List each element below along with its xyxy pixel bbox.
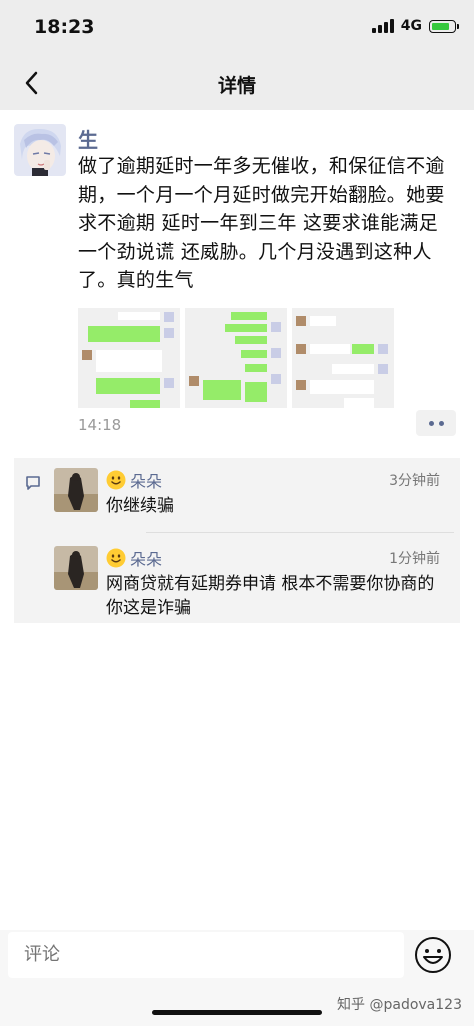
comment-icon <box>26 476 40 490</box>
post-time: 14:18 <box>78 416 122 434</box>
dot-icon <box>428 420 434 426</box>
home-indicator[interactable] <box>152 1010 322 1015</box>
comments-section: 朵朵 3分钟前 你继续骗 朵朵 1分钟前 网商贷就有延期券申请 根本不需要你协商… <box>14 458 460 623</box>
nav-bar: 详情 <box>0 58 474 110</box>
commenter-name-text: 朵朵 <box>130 472 163 491</box>
commenter-avatar[interactable] <box>54 546 98 590</box>
comment-time: 3分钟前 <box>389 473 440 489</box>
comment-bar: 知乎 @padova123 <box>0 930 474 1026</box>
status-indicators: 4G <box>371 18 459 34</box>
battery-icon <box>429 19 459 33</box>
post-text: 做了逾期延时一年多无催收，和保征信不逾期，一个月一个月延时做完开始翻脸。她要求不… <box>78 155 445 291</box>
comment-item[interactable]: 朵朵 1分钟前 网商贷就有延期券申请 根本不需要你协商的 你这是诈骗 <box>54 546 454 618</box>
signal-icon <box>371 19 394 33</box>
network-type: 4G <box>400 18 422 34</box>
status-time: 18:23 <box>34 16 95 38</box>
author-avatar[interactable] <box>14 124 66 176</box>
page-title: 详情 <box>217 75 256 97</box>
post-image-1[interactable] <box>78 308 180 408</box>
commenter-name-text: 朵朵 <box>130 550 163 569</box>
divider <box>146 532 454 533</box>
smiley-emoji-icon <box>106 548 126 568</box>
post-image-2[interactable] <box>185 308 287 408</box>
commenter-name[interactable]: 朵朵 <box>106 468 162 492</box>
status-bar: 18:23 4G <box>0 0 474 58</box>
smiley-emoji-icon <box>106 470 126 490</box>
post-detail: 生 做了逾期延时一年多无催收，和保征信不逾期，一个月一个月延时做完开始翻脸。她要… <box>0 110 474 930</box>
commenter-name[interactable]: 朵朵 <box>106 546 162 570</box>
dot-icon <box>438 420 444 426</box>
comment-item[interactable]: 朵朵 3分钟前 你继续骗 <box>54 468 454 533</box>
comment-input[interactable] <box>8 932 404 978</box>
watermark: 知乎 @padova123 <box>337 997 462 1013</box>
emoji-button-icon[interactable] <box>414 936 452 974</box>
commenter-avatar[interactable] <box>54 468 98 512</box>
post-images <box>78 308 394 408</box>
comment-time: 1分钟前 <box>389 551 440 567</box>
more-actions-button[interactable] <box>416 410 456 436</box>
comment-text: 网商贷就有延期券申请 根本不需要你协商的 你这是诈骗 <box>106 574 435 618</box>
comment-text: 你继续骗 <box>106 496 174 516</box>
author-name[interactable]: 生 <box>78 124 98 153</box>
post-image-3[interactable] <box>292 308 394 408</box>
